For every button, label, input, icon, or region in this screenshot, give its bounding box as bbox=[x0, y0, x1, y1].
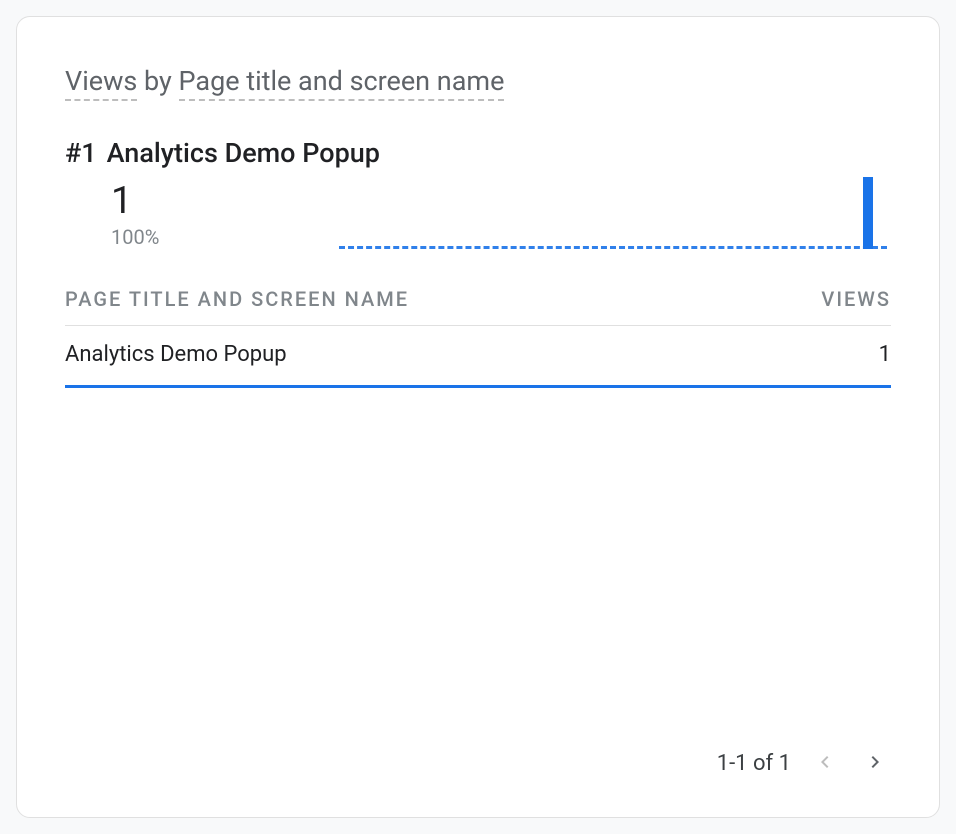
sparkline-bar bbox=[863, 177, 873, 249]
data-table: PAGE TITLE AND SCREEN NAME VIEWS Analyti… bbox=[65, 277, 891, 388]
top-entry: #1 Analytics Demo Popup bbox=[65, 137, 891, 169]
kpi-block: 1 100% bbox=[111, 181, 159, 249]
next-page-button[interactable] bbox=[859, 746, 891, 781]
column-header-name[interactable]: PAGE TITLE AND SCREEN NAME bbox=[65, 287, 409, 311]
title-dimension[interactable]: Page title and screen name bbox=[179, 65, 505, 101]
kpi-percent: 100% bbox=[111, 225, 159, 249]
card-title: Views by Page title and screen name bbox=[65, 65, 891, 97]
title-metric[interactable]: Views bbox=[65, 65, 137, 101]
kpi-row: 1 100% bbox=[65, 175, 891, 249]
table-row[interactable]: Analytics Demo Popup 1 bbox=[65, 326, 891, 388]
sparkline-baseline bbox=[339, 246, 887, 249]
sparkline-chart bbox=[339, 175, 887, 249]
top-rank: #1 bbox=[65, 137, 97, 169]
row-name: Analytics Demo Popup bbox=[65, 342, 287, 367]
column-header-views[interactable]: VIEWS bbox=[821, 287, 891, 311]
chevron-left-icon bbox=[813, 750, 837, 777]
analytics-card: Views by Page title and screen name #1 A… bbox=[16, 16, 940, 818]
pagination: 1-1 of 1 bbox=[717, 746, 891, 781]
row-views: 1 bbox=[879, 342, 891, 367]
chevron-right-icon bbox=[863, 750, 887, 777]
top-entry-name: Analytics Demo Popup bbox=[107, 137, 380, 169]
pagination-text: 1-1 of 1 bbox=[717, 751, 791, 776]
title-by: by bbox=[137, 65, 178, 97]
kpi-value: 1 bbox=[111, 181, 159, 223]
table-header: PAGE TITLE AND SCREEN NAME VIEWS bbox=[65, 277, 891, 326]
prev-page-button[interactable] bbox=[809, 746, 841, 781]
